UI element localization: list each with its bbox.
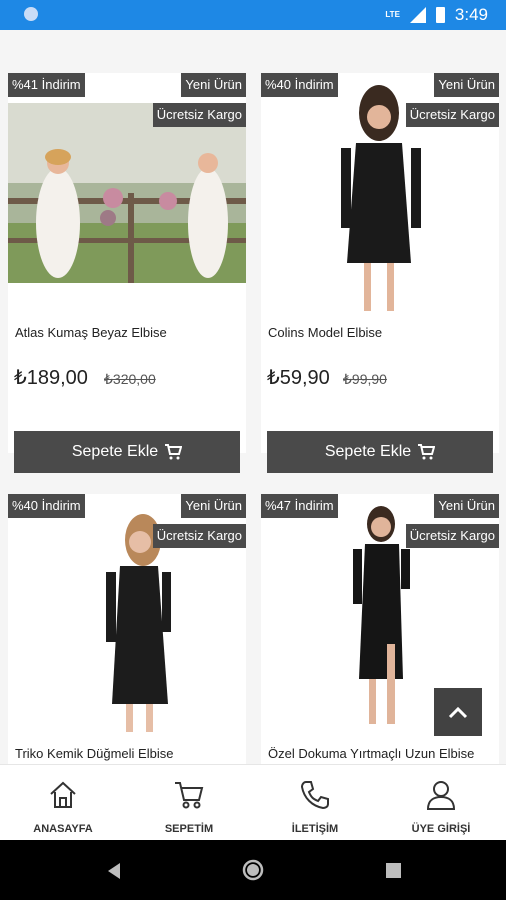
- cart-icon: [175, 782, 204, 809]
- chevron-up-icon: [448, 706, 468, 719]
- product-name[interactable]: Atlas Kumaş Beyaz Elbise: [15, 325, 167, 340]
- add-to-cart-label: Sepete Ekle: [324, 443, 412, 460]
- new-product-badge: Yeni Ürün: [434, 73, 499, 97]
- signal-icon: [409, 7, 426, 23]
- home-icon: [50, 781, 76, 808]
- free-shipping-badge: Ücretsiz Kargo: [405, 524, 499, 548]
- free-shipping-badge: Ücretsiz Kargo: [152, 524, 246, 548]
- bottom-navigation: ANASAYFA SEPETİM İLETİŞİM ÜYE GİRİŞİ: [0, 764, 506, 841]
- notification-icon: [24, 7, 38, 21]
- nav-home[interactable]: ANASAYFA: [0, 765, 126, 841]
- nav-cart-label: SEPETİM: [164, 823, 214, 835]
- system-navigation-bar: [0, 840, 506, 900]
- add-to-cart-button[interactable]: Sepete Ekle: [267, 431, 493, 473]
- nav-login[interactable]: ÜYE GİRİŞİ: [378, 765, 504, 841]
- product-name[interactable]: Colins Model Elbise: [268, 325, 382, 340]
- free-shipping-badge: Ücretsiz Kargo: [405, 103, 499, 127]
- free-shipping-badge: Ücretsiz Kargo: [152, 103, 246, 127]
- status-time: 3:49: [454, 5, 488, 24]
- status-bar: LTE 3:49: [0, 0, 506, 30]
- scroll-to-top-button[interactable]: [434, 688, 482, 736]
- new-product-badge: Yeni Ürün: [434, 494, 499, 518]
- user-icon: [426, 781, 456, 810]
- product-old-price: ₺320,00: [104, 371, 156, 387]
- nav-home-label: ANASAYFA: [33, 823, 93, 835]
- product-old-price: ₺99,90: [343, 371, 387, 387]
- new-product-badge: Yeni Ürün: [181, 73, 246, 97]
- discount-badge: %40 İndirim: [8, 494, 85, 518]
- discount-badge: %47 İndirim: [261, 494, 338, 518]
- product-card[interactable]: %40 İndirim Yeni Ürün Ücretsiz Kargo Tri…: [8, 494, 246, 764]
- nav-cart[interactable]: SEPETİM: [126, 765, 252, 841]
- add-to-cart-label: Sepete Ekle: [71, 443, 159, 460]
- battery-icon: [435, 7, 445, 23]
- nav-login-label: ÜYE GİRİŞİ: [411, 823, 471, 835]
- product-price: ₺189,00: [14, 367, 88, 389]
- product-name[interactable]: Özel Dokuma Yırtmaçlı Uzun Elbise: [268, 746, 474, 761]
- product-card[interactable]: %40 İndirim Yeni Ürün Ücretsiz Kargo Col…: [261, 73, 499, 473]
- cart-icon: [165, 444, 183, 460]
- product-name[interactable]: Triko Kemik Düğmeli Elbise: [15, 746, 173, 761]
- product-grid: %41 İndirim Yeni Ürün Ücretsiz Kargo Atl…: [0, 30, 506, 764]
- network-type: LTE: [385, 10, 400, 19]
- discount-badge: %40 İndirim: [261, 73, 338, 97]
- back-icon[interactable]: [106, 862, 122, 880]
- discount-badge: %41 İndirim: [8, 73, 85, 97]
- home-circle-icon[interactable]: [242, 859, 264, 881]
- cart-icon: [418, 444, 436, 460]
- new-product-badge: Yeni Ürün: [181, 494, 246, 518]
- phone-icon: [300, 781, 329, 810]
- add-to-cart-button[interactable]: Sepete Ekle: [14, 431, 240, 473]
- nav-contact[interactable]: İLETİŞİM: [252, 765, 378, 841]
- product-card[interactable]: %41 İndirim Yeni Ürün Ücretsiz Kargo Atl…: [8, 73, 246, 473]
- recents-icon[interactable]: [386, 863, 401, 878]
- nav-contact-label: İLETİŞİM: [291, 823, 339, 835]
- product-price: ₺59,90: [267, 367, 330, 389]
